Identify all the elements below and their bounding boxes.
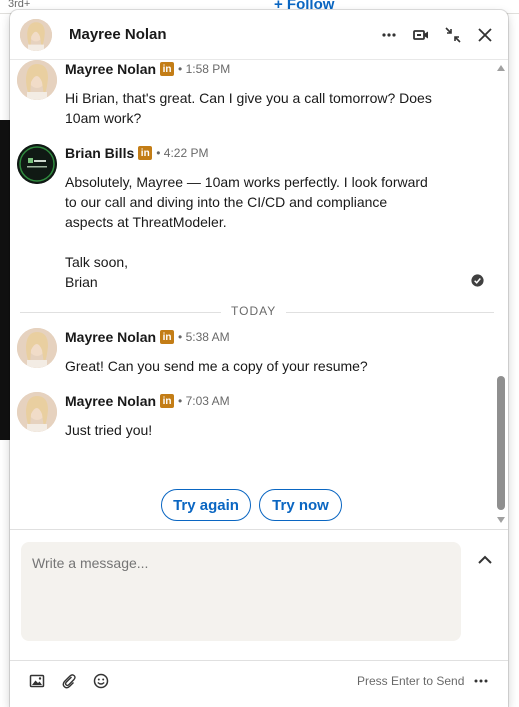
company-logo-avatar (17, 144, 57, 184)
avatar[interactable] (17, 392, 57, 432)
avatar[interactable] (17, 144, 57, 184)
message-line: Brian (65, 274, 98, 290)
scrollbar-thumb[interactable] (497, 376, 505, 510)
compose-divider (10, 529, 508, 530)
chat-header[interactable]: Mayree Nolan (10, 10, 508, 60)
minimize-icon (445, 27, 461, 43)
message-body: Hi Brian, that's great. Can I give you a… (65, 88, 445, 128)
seen-check-icon (471, 274, 484, 287)
linkedin-premium-icon: in (138, 146, 153, 160)
message-line: aspects at ThreatModeler. (65, 214, 227, 230)
try-now-button[interactable]: Try now (259, 489, 342, 521)
attach-file-button[interactable] (59, 671, 79, 691)
message-compose-box[interactable] (21, 542, 461, 641)
message-meta: Mayree Nolan in • 5:38 AM (65, 329, 230, 345)
scroll-down-arrow-icon[interactable] (497, 517, 505, 523)
date-divider-label: TODAY (221, 304, 287, 318)
sender-name[interactable]: Mayree Nolan (65, 393, 156, 409)
connection-degree: 3rd+ (8, 0, 31, 10)
minimize-button[interactable] (441, 23, 465, 47)
expand-compose-button[interactable] (475, 550, 495, 570)
message-line: Just tried you! (65, 422, 153, 438)
message-meta: Brian Bills in • 4:22 PM (65, 145, 208, 161)
avatar[interactable] (17, 60, 57, 100)
chat-title[interactable]: Mayree Nolan (69, 26, 167, 43)
send-options-button[interactable] (471, 671, 491, 691)
message-line: Absolutely, Mayree — 10am works perfectl… (65, 174, 428, 190)
message-input[interactable] (32, 555, 432, 571)
close-icon (478, 28, 492, 42)
try-again-button[interactable]: Try again (161, 489, 251, 521)
close-button[interactable] (473, 23, 497, 47)
avatar-photo (17, 392, 57, 432)
attach-image-button[interactable] (27, 671, 47, 691)
image-icon (29, 674, 45, 688)
linkedin-premium-icon: in (160, 330, 175, 344)
bg-right-column (508, 0, 519, 707)
message-meta: Mayree Nolan in • 1:58 PM (65, 61, 230, 77)
message-meta: Mayree Nolan in • 7:03 AM (65, 393, 230, 409)
message-line: to our call and diving into the CI/CD an… (65, 194, 388, 210)
avatar-photo (20, 19, 52, 51)
bg-dark-image (0, 120, 10, 440)
footer-divider (10, 660, 508, 661)
avatar-photo (17, 60, 57, 100)
emoji-button[interactable] (91, 671, 111, 691)
send-hint[interactable]: Press Enter to Send (357, 674, 464, 688)
message-body: Absolutely, Mayree — 10am works perfectl… (65, 172, 445, 292)
message-time: • 1:58 PM (178, 62, 231, 76)
message-body: Great! Can you send me a copy of your re… (65, 356, 445, 376)
more-icon (474, 679, 488, 683)
video-call-button[interactable] (409, 23, 433, 47)
linkedin-premium-icon: in (160, 394, 175, 408)
message-body: Just tried you! (65, 420, 445, 440)
sender-name[interactable]: Mayree Nolan (65, 329, 156, 345)
linkedin-premium-icon: in (160, 62, 175, 76)
more-icon (382, 33, 396, 37)
message-line-blank (65, 232, 445, 252)
video-call-icon (413, 30, 428, 40)
message-time: • 7:03 AM (178, 394, 230, 408)
scroll-up-arrow-icon[interactable] (497, 65, 505, 71)
message-line: Talk soon, (65, 254, 129, 270)
message-line: 10am work? (65, 110, 142, 126)
emoji-icon (93, 673, 109, 689)
avatar[interactable] (17, 328, 57, 368)
message-time: • 5:38 AM (178, 330, 230, 344)
sender-name[interactable]: Mayree Nolan (65, 61, 156, 77)
message-line: Hi Brian, that's great. Can I give you a… (65, 90, 432, 106)
paperclip-icon (62, 674, 76, 689)
message-time: • 4:22 PM (156, 146, 209, 160)
message-list[interactable]: Mayree Nolan in • 1:58 PM Hi Brian, that… (10, 60, 508, 530)
more-options-button[interactable] (377, 23, 401, 47)
chat-window: Mayree Nolan Mayree Nolan in • 1:58 PM H… (10, 10, 508, 707)
message-line: Great! Can you send me a copy of your re… (65, 358, 368, 374)
avatar[interactable] (20, 19, 52, 51)
chevron-up-icon (478, 555, 492, 564)
sender-name[interactable]: Brian Bills (65, 145, 134, 161)
avatar-photo (17, 328, 57, 368)
